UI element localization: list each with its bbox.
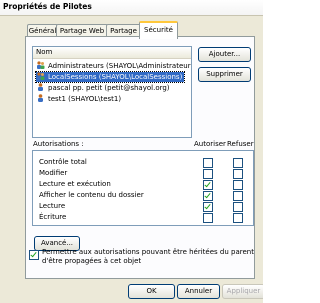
permission-row: Lecture [33, 201, 253, 212]
deny-checkbox[interactable] [233, 202, 243, 212]
tab-sharing-label: Partage [110, 27, 137, 35]
allow-checkbox[interactable] [203, 191, 213, 201]
ok-button[interactable]: OK [128, 284, 175, 299]
title-bar[interactable]: Propriétés de Pilotes [0, 0, 263, 16]
deny-checkbox[interactable] [233, 191, 243, 201]
allow-checkbox[interactable] [203, 180, 213, 190]
permission-row: Écriture [33, 212, 253, 223]
user-row-pascal[interactable]: pascal pp. petit (petit@shayol.org) [36, 83, 172, 93]
deny-checkbox[interactable] [233, 158, 243, 168]
deny-checkbox[interactable] [233, 213, 243, 223]
user-label: pascal pp. petit (petit@shayol.org) [48, 84, 170, 92]
remove-button[interactable]: Supprimer [198, 67, 251, 82]
users-list[interactable]: Nom Administrateurs (SHAYOL\Administrate… [32, 46, 192, 138]
tab-security[interactable]: Sécurité [139, 21, 178, 39]
allow-checkbox[interactable] [203, 213, 213, 223]
permission-name: Contrôle total [39, 158, 87, 166]
allow-checkbox[interactable] [203, 202, 213, 212]
user-label: LocalSessions (SHAYOL\LocalSessions) [48, 73, 183, 81]
user-row-localsessions[interactable]: LocalSessions (SHAYOL\LocalSessions) [34, 71, 186, 83]
remove-button-label: Supprimer [206, 70, 243, 78]
tab-security-label: Sécurité [144, 26, 173, 34]
user-label: Administrateurs (SHAYOL\Administrateurs) [48, 62, 192, 70]
deny-checkbox[interactable] [233, 180, 243, 190]
ok-button-label: OK [146, 287, 157, 295]
tab-web-sharing-label: Partage Web [59, 27, 105, 35]
inherit-checkbox[interactable] [29, 250, 39, 260]
apply-button-label: Appliquer [226, 287, 261, 295]
permissions-list: Contrôle total Modifier Lecture et exécuti… [32, 150, 254, 226]
permission-name: Afficher le contenu du dossier [39, 191, 144, 199]
permission-name: Lecture [39, 202, 66, 210]
group-icon [36, 61, 45, 69]
user-icon [36, 94, 45, 102]
permission-row: Modifier [33, 168, 253, 179]
add-button[interactable]: Ajouter... [198, 47, 251, 62]
user-label: test1 (SHAYOL\test1) [48, 95, 122, 103]
window-title: Propriétés de Pilotes [3, 2, 92, 11]
inherit-label-line2: d'être propagées à cet objet [42, 257, 142, 265]
user-row-test1[interactable]: test1 (SHAYOL\test1) [36, 94, 123, 104]
permission-name: Modifier [39, 169, 68, 177]
deny-checkbox[interactable] [233, 169, 243, 179]
column-header-name[interactable]: Nom [33, 47, 191, 59]
inherit-label-line1: Permettre aux autorisations pouvant être… [42, 248, 254, 256]
cancel-button-label: Annuler [184, 287, 213, 295]
cancel-button[interactable]: Annuler [177, 284, 220, 299]
dialog-buttons: OK Annuler Appliquer [0, 278, 263, 303]
advanced-button-label: Avancé... [40, 239, 74, 247]
permission-name: Lecture et exécution [39, 180, 111, 188]
permission-row: Afficher le contenu du dossier [33, 190, 253, 201]
group-icon [36, 72, 45, 80]
allow-checkbox[interactable] [203, 158, 213, 168]
add-button-label: Ajouter... [208, 50, 241, 58]
tab-general-label: Général [28, 27, 57, 35]
allow-header: Autoriser [194, 140, 226, 148]
deny-header: Refuser [227, 140, 254, 148]
permission-name: Écriture [39, 213, 67, 221]
user-row-administrators[interactable]: Administrateurs (SHAYOL\Administrateurs) [36, 61, 192, 71]
user-icon [36, 83, 45, 91]
column-header-label: Nom [36, 48, 53, 56]
allow-checkbox[interactable] [203, 169, 213, 179]
permissions-label: Autorisations : [33, 140, 84, 148]
permission-row: Contrôle total [33, 157, 253, 168]
permission-row: Lecture et exécution [33, 179, 253, 190]
properties-dialog: Propriétés de Pilotes Général Partage We… [0, 0, 263, 303]
apply-button[interactable]: Appliquer [222, 284, 263, 299]
